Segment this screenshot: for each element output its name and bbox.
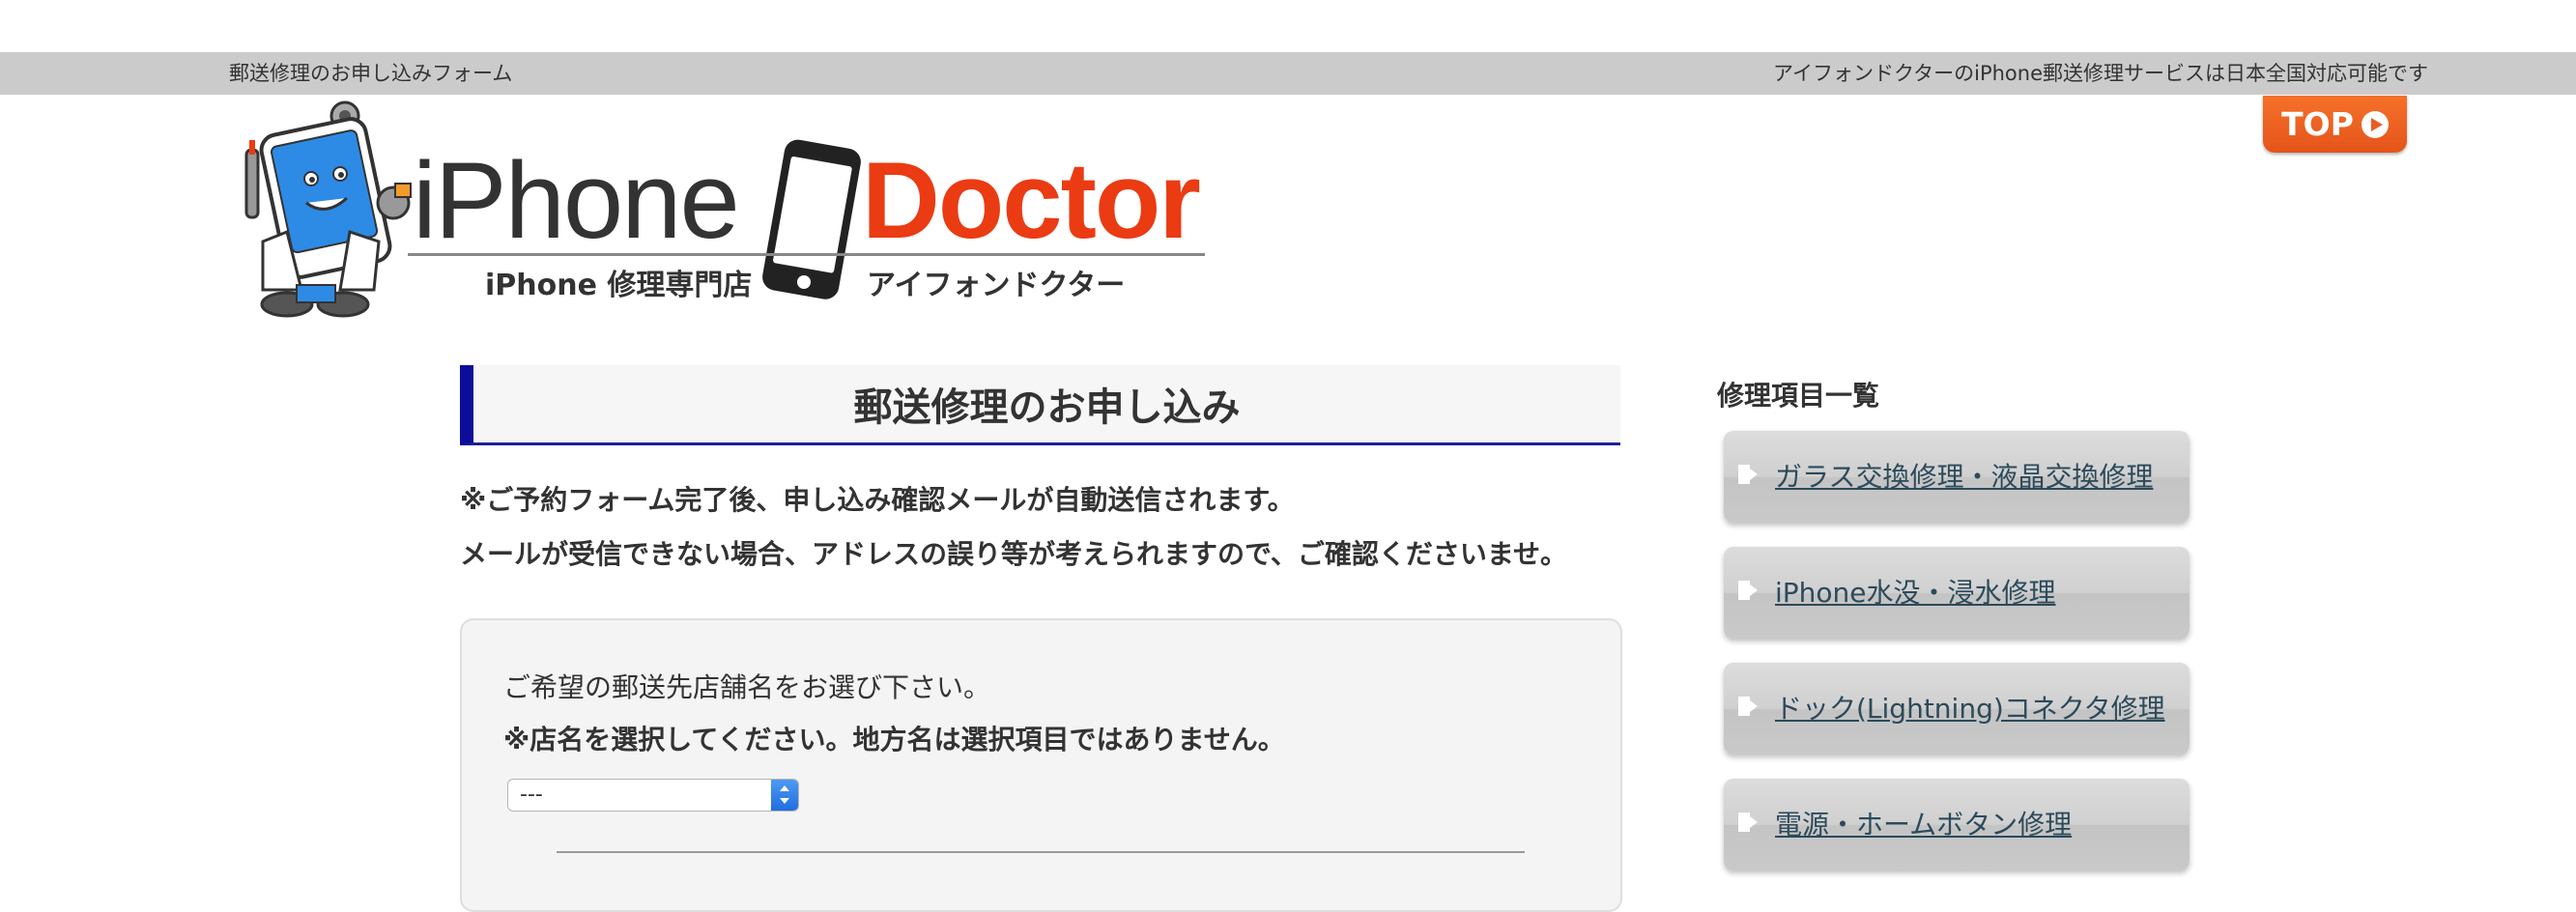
sidebar-item-power-home-button[interactable]: 電源・ホームボタン修理 [1724,779,2190,870]
top-button[interactable]: TOP [2263,96,2407,153]
logo-text-iphone: iPhone [413,140,740,261]
bullet-arrow-icon [1738,581,1758,600]
logo-subtitle-right: アイフォンドクター [867,269,1126,302]
topbar-right-text: アイフォンドクターのiPhone郵送修理サービスは日本全国対応可能です [1773,62,2428,85]
doctor-phone-mascot-icon [244,100,412,318]
sidebar-item-glass-repair[interactable]: ガラス交換修理・液晶交換修理 [1724,431,2190,523]
store-select-warning: ※店名を選択してください。地方名は選択項目ではありません。 [503,724,1285,755]
sidebar-item-label[interactable]: 電源・ホームボタン修理 [1775,779,2072,870]
page-title-text: 郵送修理のお申し込み [853,385,1241,430]
logo-underline [408,253,1205,256]
play-circle-icon [2361,110,2389,138]
notice-line-1: ※ご予約フォーム完了後、申し込み確認メールが自動送信されます。 [460,484,1295,516]
iphone-silhouette-icon [762,139,861,299]
sidebar-item-label[interactable]: ガラス交換修理・液晶交換修理 [1775,431,2153,523]
sidebar-item-dock-connector[interactable]: ドック(Lightning)コネクタ修理 [1724,663,2190,755]
form-divider [557,851,1525,853]
store-selection-form: ご希望の郵送先店舗名をお選び下さい。 ※店名を選択してください。地方名は選択項目… [460,618,1622,912]
page-title: 郵送修理のお申し込み [460,365,1620,445]
sidebar-item-water-damage[interactable]: iPhone水没・浸水修理 [1724,547,2190,639]
notice-line-2: メールが受信できない場合、アドレスの誤り等が考えられますので、ご確認くださいませ… [460,538,1568,570]
select-arrows-icon [771,780,798,811]
top-bar: 郵送修理のお申し込みフォーム アイフォンドクターのiPhone郵送修理サービスは… [0,52,2576,95]
topbar-left-text: 郵送修理のお申し込みフォーム [229,62,513,85]
bullet-arrow-icon [1738,812,1758,832]
sidebar-item-label[interactable]: iPhone水没・浸水修理 [1775,547,2056,639]
bullet-arrow-icon [1738,465,1758,484]
store-select-dropdown[interactable]: --- [507,779,799,812]
store-select-value: --- [520,783,543,807]
store-select-prompt: ご希望の郵送先店舗名をお選び下さい。 [503,671,991,703]
main-content: 郵送修理のお申し込み ※ご予約フォーム完了後、申し込み確認メールが自動送信されま… [460,365,1622,912]
site-logo[interactable]: iPhone Doctor iPhone 修理専門店 アイフォンドクター [229,97,1205,319]
bullet-arrow-icon [1738,697,1758,716]
top-button-label: TOP [2281,105,2354,143]
sidebar-item-label[interactable]: ドック(Lightning)コネクタ修理 [1775,663,2165,755]
sidebar: 修理項目一覧 ガラス交換修理・液晶交換修理 iPhone水没・浸水修理 ドック(… [1717,375,2200,870]
logo-subtitle-left: iPhone 修理専門店 [485,269,753,302]
sidebar-heading: 修理項目一覧 [1717,380,1880,412]
logo-text-doctor: Doctor [862,140,1201,261]
